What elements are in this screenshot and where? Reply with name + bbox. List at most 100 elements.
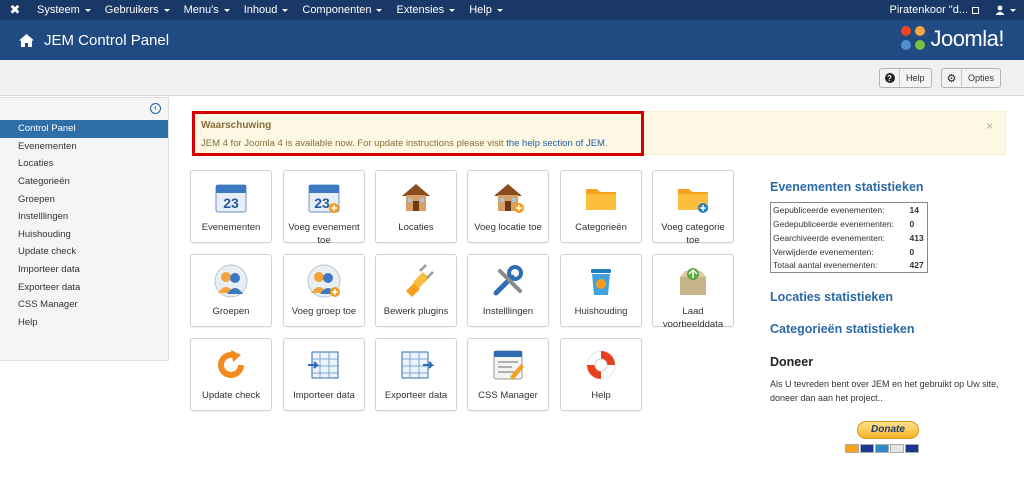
export-icon — [401, 351, 434, 379]
close-icon[interactable]: × — [986, 119, 993, 133]
tile-bewerk-plugins[interactable]: Bewerk plugins — [375, 254, 457, 327]
menu-label: Gebruikers — [104, 4, 159, 16]
tile-label: Instelllingen — [482, 306, 534, 317]
menu-menus[interactable]: Menu's — [177, 0, 237, 20]
stat-label: Totaal aantal evenementen: — [773, 260, 878, 271]
menu-gebruikers[interactable]: Gebruikers — [98, 0, 177, 20]
tile-label: Voeg groep toe — [291, 306, 357, 317]
tile-categorieen[interactable]: Categorieën — [560, 170, 642, 243]
menu-label: Componenten — [302, 4, 372, 16]
menu-systeem[interactable]: Systeem — [30, 0, 98, 20]
page-title: JEM Control Panel — [44, 31, 170, 49]
sidebar-item-groepen[interactable]: Groepen — [0, 190, 168, 208]
sidebar: ‹ Control Panel Evenementen Locaties Cat… — [0, 97, 169, 361]
tile-label: CSS Manager — [478, 390, 538, 401]
sidebar-item-exporteer-data[interactable]: Exporteer data — [0, 278, 168, 296]
caret-down-icon — [1010, 8, 1016, 12]
gear-icon: ⚙ — [946, 72, 957, 85]
tile-label: Bewerk plugins — [383, 306, 449, 317]
tile-instellingen[interactable]: Instelllingen — [467, 254, 549, 327]
tile-label: Importeer data — [293, 390, 355, 401]
options-button[interactable]: ⚙ Opties — [941, 68, 1002, 88]
location-statistics-title[interactable]: Locaties statistieken — [770, 290, 893, 304]
tile-label: Evenementen — [201, 222, 261, 233]
caret-down-icon — [282, 8, 289, 12]
sidebar-item-control-panel[interactable]: Control Panel — [0, 120, 168, 138]
sidebar-item-css-manager[interactable]: CSS Manager — [0, 296, 168, 314]
help-section-link[interactable]: the help section of JEM — [506, 138, 605, 149]
sidebar-item-locaties[interactable]: Locaties — [0, 155, 168, 173]
sidebar-item-update-check[interactable]: Update check — [0, 243, 168, 261]
help-button[interactable]: ? Help — [879, 68, 932, 88]
sidebar-item-categorieen[interactable]: Categorieën — [0, 173, 168, 191]
tile-voeg-groep-toe[interactable]: Voeg groep toe — [283, 254, 365, 327]
menu-help[interactable]: Help — [462, 0, 510, 20]
alert-text-start: JEM 4 for Joomla 4 is available now. For… — [201, 138, 507, 149]
caret-down-icon — [223, 8, 230, 12]
folder-icon — [586, 189, 616, 210]
menu-extensies[interactable]: Extensies — [389, 0, 462, 20]
tile-label: Huishouding — [574, 306, 628, 317]
tile-label: Voeg categorie toe — [661, 222, 725, 246]
tile-laad-voorbeelddata[interactable]: Laad voorbeelddata — [652, 254, 734, 330]
help-button-label: Help — [906, 73, 925, 83]
tile-voeg-locatie-toe[interactable]: Voeg locatie toe — [467, 170, 549, 243]
user-menu[interactable] — [987, 0, 1024, 20]
sidebar-item-help[interactable]: Help — [0, 314, 168, 332]
stat-value: 413 — [909, 232, 924, 243]
tile-css-manager[interactable]: CSS Manager — [467, 338, 549, 411]
tile-label: Categorieën — [575, 222, 627, 233]
donate-text: Als U tevreden bent over JEM en het gebr… — [770, 379, 999, 403]
tile-label: Help — [591, 390, 611, 401]
tile-label: Update check — [201, 390, 261, 401]
caret-down-icon — [496, 8, 503, 12]
sidebar-item-evenementen[interactable]: Evenementen — [0, 138, 168, 156]
site-link[interactable]: Piratenkoor "d... — [882, 0, 988, 20]
top-navbar: ✖ Systeem Gebruikers Menu's Inhoud Compo… — [0, 0, 1024, 20]
tile-evenementen[interactable]: 23 Evenementen — [190, 170, 272, 243]
joomla-logo-icon[interactable]: ✖ — [0, 0, 30, 20]
joomla-brand: Joomla! — [901, 26, 1004, 52]
sidebar-item-importeer-data[interactable]: Importeer data — [0, 261, 168, 279]
tile-locaties[interactable]: Locaties — [375, 170, 457, 243]
svg-text:23: 23 — [223, 195, 239, 211]
menu-label: Menu's — [183, 4, 219, 16]
tile-voeg-categorie-toe[interactable]: Voeg categorie toe — [652, 170, 734, 246]
tile-update-check[interactable]: Update check — [190, 338, 272, 411]
donate-button[interactable]: Donate — [857, 421, 919, 439]
alert-text-end: . — [604, 138, 608, 149]
house-icon — [402, 184, 430, 211]
category-statistics-title[interactable]: Categorieën statistieken — [770, 322, 915, 336]
toolbar: ? Help ⚙ Opties — [0, 60, 1024, 96]
table-row: Verwijderde evenementen: 0 — [771, 245, 928, 259]
joomla-mark-icon — [901, 26, 927, 52]
alert-title: Waarschuwing — [201, 120, 272, 131]
event-statistics-title: Evenementen statistieken — [770, 180, 924, 194]
sidebar-item-huishouding[interactable]: Huishouding — [0, 226, 168, 244]
tile-huishouding[interactable]: Huishouding — [560, 254, 642, 327]
plug-icon — [406, 264, 434, 297]
caret-down-icon — [84, 8, 91, 12]
menu-label: Help — [469, 4, 492, 16]
menu-label: Extensies — [396, 4, 445, 16]
menu-componenten[interactable]: Componenten — [295, 0, 389, 20]
refresh-icon — [218, 350, 244, 378]
tools-icon — [493, 265, 523, 296]
tile-voeg-evenement-toe[interactable]: 23 Voeg evenement toe — [283, 170, 365, 246]
tile-help[interactable]: Help — [560, 338, 642, 411]
house-add-icon — [494, 184, 524, 213]
table-row: Gedepubliceerde evenementen: 0 — [771, 217, 928, 231]
tile-groepen[interactable]: Groepen — [190, 254, 272, 327]
alert-text: JEM 4 for Joomla 4 is available now. For… — [201, 138, 608, 149]
menu-inhoud[interactable]: Inhoud — [237, 0, 296, 20]
stat-value: 427 — [909, 260, 924, 271]
home-icon — [18, 32, 34, 48]
css-icon — [493, 350, 524, 380]
tile-importeer-data[interactable]: Importeer data — [283, 338, 365, 411]
table-row: Gepubliceerde evenementen: 14 — [771, 203, 928, 217]
caret-down-icon — [376, 8, 383, 12]
collapse-sidebar-icon[interactable]: ‹ — [150, 103, 161, 114]
stat-value: 0 — [909, 218, 915, 229]
sidebar-item-instellingen[interactable]: Instelllingen — [0, 208, 168, 226]
tile-exporteer-data[interactable]: Exporteer data — [375, 338, 457, 411]
